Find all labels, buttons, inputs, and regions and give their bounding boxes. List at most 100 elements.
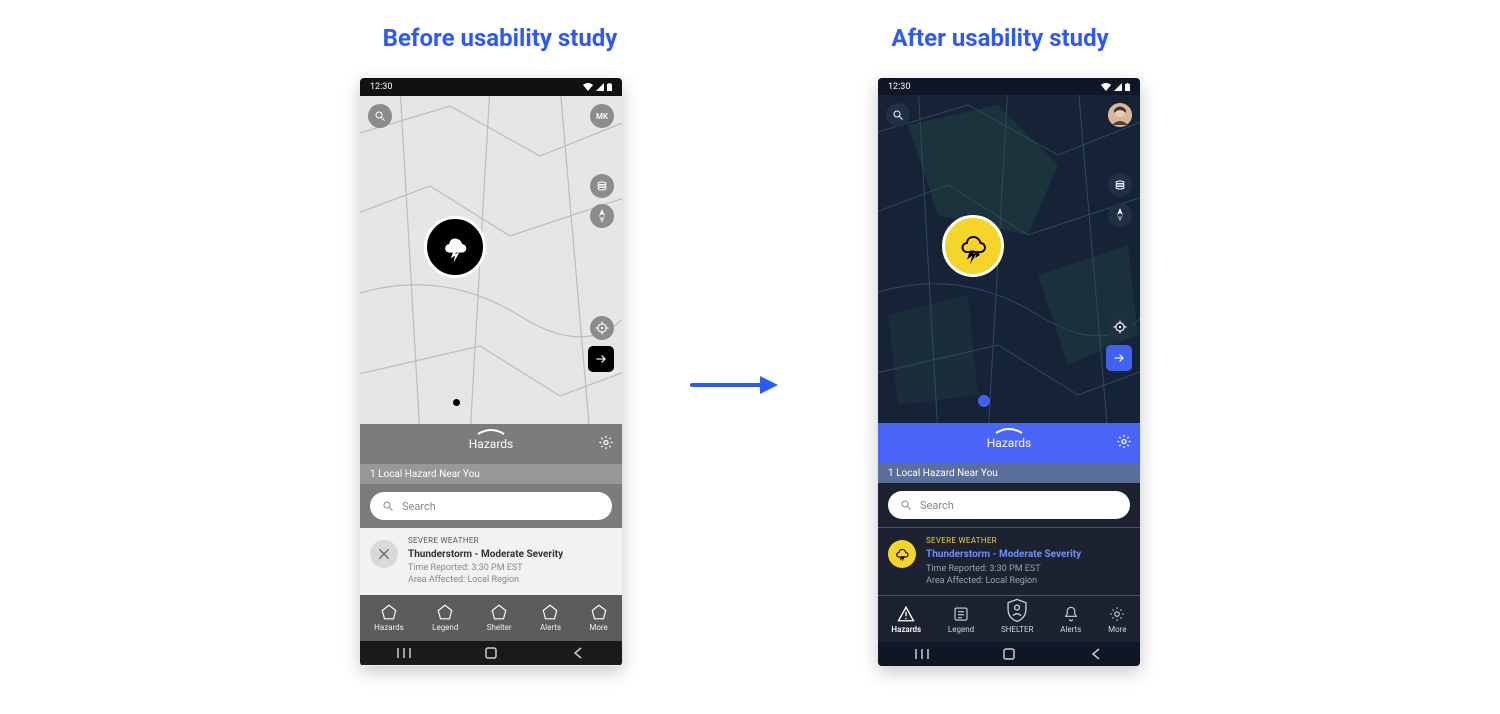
panel-header[interactable]: Hazards bbox=[360, 424, 622, 464]
alert-title: Thunderstorm - Moderate Severity bbox=[408, 548, 563, 562]
phone-after: 12:30 bbox=[878, 78, 1140, 666]
nav-hazards[interactable]: Hazards bbox=[374, 603, 404, 632]
compass-icon bbox=[1114, 208, 1126, 222]
back-icon bbox=[1091, 648, 1101, 660]
signal-icon bbox=[1114, 83, 1122, 91]
panel-settings-button[interactable] bbox=[598, 435, 614, 454]
gear-icon bbox=[598, 435, 614, 451]
bottom-panel: Hazards 1 Local Hazard Near You Search S… bbox=[360, 424, 622, 666]
caption-before: Before usability study bbox=[340, 24, 660, 52]
nav-alerts[interactable]: Alerts bbox=[1060, 605, 1081, 634]
pentagon-icon bbox=[436, 603, 454, 621]
thunderstorm-icon bbox=[955, 228, 991, 264]
gear-icon bbox=[1116, 434, 1132, 450]
nav-more[interactable]: More bbox=[1108, 605, 1126, 634]
nav-shelter[interactable]: Shelter bbox=[487, 603, 512, 632]
profile-initials: MK bbox=[596, 112, 608, 121]
alert-category: SEVERE WEATHER bbox=[408, 536, 563, 547]
hazard-map-marker[interactable] bbox=[424, 216, 486, 278]
alert-card[interactable]: SEVERE WEATHER Thunderstorm - Moderate S… bbox=[878, 527, 1140, 596]
nav-label: Legend bbox=[948, 625, 974, 634]
nav-label: Alerts bbox=[540, 623, 561, 632]
sys-home-button[interactable] bbox=[471, 647, 511, 659]
alert-title: Thunderstorm - Moderate Severity bbox=[926, 548, 1081, 562]
caption-after: After usability study bbox=[840, 24, 1160, 52]
status-bar: 12:30 bbox=[878, 78, 1140, 95]
status-time: 12:30 bbox=[888, 82, 910, 92]
layers-button[interactable] bbox=[590, 174, 614, 198]
home-icon bbox=[485, 647, 497, 659]
panel-settings-button[interactable] bbox=[1116, 434, 1132, 453]
bottom-panel: Hazards 1 Local Hazard Near You Search S… bbox=[878, 423, 1140, 666]
nav-label: Shelter bbox=[487, 623, 512, 632]
sys-home-button[interactable] bbox=[989, 648, 1029, 660]
bottom-nav: Hazards Legend Shelter Alerts More bbox=[360, 595, 622, 641]
alert-card[interactable]: SEVERE WEATHER Thunderstorm - Moderate S… bbox=[360, 528, 622, 595]
wifi-icon bbox=[1101, 83, 1111, 91]
drag-handle-icon[interactable] bbox=[994, 427, 1024, 435]
panel-header[interactable]: Hazards bbox=[878, 423, 1140, 463]
map-roads bbox=[878, 95, 1140, 423]
search-icon bbox=[892, 109, 904, 121]
nav-shelter[interactable]: SHELTER bbox=[1001, 605, 1034, 634]
sys-back-button[interactable] bbox=[1076, 648, 1116, 660]
status-time: 12:30 bbox=[370, 82, 392, 92]
battery-icon bbox=[1125, 83, 1130, 91]
alert-time: Time Reported: 3:30 PM EST bbox=[408, 562, 563, 574]
alert-area: Area Affected: Local Region bbox=[408, 574, 563, 586]
layers-icon bbox=[596, 180, 608, 192]
locate-button[interactable] bbox=[590, 316, 614, 340]
panel-title: Hazards bbox=[987, 436, 1031, 450]
map-area[interactable] bbox=[878, 95, 1140, 423]
alert-icon-badge bbox=[370, 540, 398, 568]
compass-button[interactable] bbox=[590, 204, 614, 228]
bottom-nav: Hazards Legend SHELTER Alerts More bbox=[878, 596, 1140, 642]
nav-legend[interactable]: Legend bbox=[948, 605, 974, 634]
nav-label: Alerts bbox=[1060, 625, 1081, 634]
status-icons bbox=[583, 83, 612, 91]
sys-recent-button[interactable] bbox=[902, 648, 942, 660]
alert-time: Time Reported: 3:30 PM EST bbox=[926, 563, 1081, 575]
crosshair-icon bbox=[595, 321, 609, 335]
nav-legend[interactable]: Legend bbox=[432, 603, 458, 632]
thunderstorm-icon bbox=[438, 230, 472, 264]
home-icon bbox=[1003, 648, 1015, 660]
nav-label: More bbox=[1108, 625, 1126, 634]
search-input[interactable]: Search bbox=[370, 492, 612, 520]
pentagon-icon bbox=[490, 603, 508, 621]
search-input[interactable]: Search bbox=[888, 491, 1130, 519]
wifi-icon bbox=[583, 83, 593, 91]
directions-button[interactable] bbox=[1106, 345, 1132, 371]
layers-icon bbox=[1114, 179, 1126, 191]
android-sysbar bbox=[878, 642, 1140, 666]
crosshair-icon bbox=[1113, 320, 1127, 334]
map-search-button[interactable] bbox=[368, 104, 392, 128]
nav-hazards[interactable]: Hazards bbox=[891, 605, 921, 634]
panel-title: Hazards bbox=[469, 437, 513, 451]
alert-icon-badge bbox=[888, 540, 916, 568]
arrow-right-icon bbox=[594, 352, 608, 366]
transition-arrow-icon bbox=[690, 370, 780, 400]
user-location-dot bbox=[453, 399, 460, 406]
gear-icon bbox=[1108, 605, 1126, 623]
alert-category: SEVERE WEATHER bbox=[926, 536, 1081, 547]
nav-more[interactable]: More bbox=[589, 603, 607, 632]
status-icons bbox=[1101, 83, 1130, 91]
recent-icon bbox=[396, 647, 412, 659]
drag-handle-icon[interactable] bbox=[476, 428, 506, 436]
android-sysbar bbox=[360, 641, 622, 665]
map-area[interactable]: MK bbox=[360, 96, 622, 424]
close-icon bbox=[376, 546, 392, 562]
panel-subtitle: 1 Local Hazard Near You bbox=[878, 463, 1140, 483]
profile-button[interactable]: MK bbox=[590, 104, 614, 128]
directions-button[interactable] bbox=[588, 346, 614, 372]
nav-label: SHELTER bbox=[1001, 625, 1034, 634]
pentagon-icon bbox=[541, 603, 559, 621]
hazard-map-marker[interactable] bbox=[942, 215, 1004, 277]
nav-label: Legend bbox=[432, 623, 458, 632]
sys-back-button[interactable] bbox=[558, 647, 598, 659]
sys-recent-button[interactable] bbox=[384, 647, 424, 659]
search-placeholder: Search bbox=[920, 499, 954, 512]
nav-alerts[interactable]: Alerts bbox=[540, 603, 561, 632]
nav-label: Hazards bbox=[374, 623, 404, 632]
